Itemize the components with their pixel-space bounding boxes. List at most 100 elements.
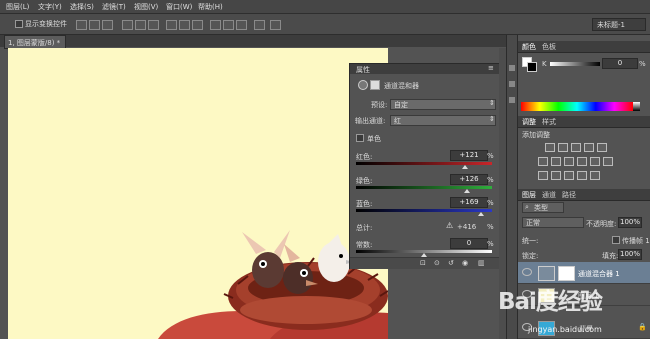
panel-menu-icon[interactable]: ≡ xyxy=(488,64,494,72)
brightness-icon[interactable] xyxy=(545,143,555,152)
monochrome-checkbox[interactable] xyxy=(356,134,364,142)
distribute-left-icon[interactable] xyxy=(210,20,221,30)
eye-icon[interactable] xyxy=(522,268,532,276)
green-slider[interactable] xyxy=(356,186,492,189)
levels-icon[interactable] xyxy=(558,143,568,152)
preset-label: 预设: xyxy=(371,101,388,109)
black-white-icon[interactable] xyxy=(564,157,574,166)
menu-filter[interactable]: 滤镜(T) xyxy=(102,2,126,12)
show-transform-checkbox[interactable] xyxy=(15,20,23,28)
red-input[interactable]: +121 xyxy=(450,150,488,161)
tab-swatches[interactable]: 色板 xyxy=(542,42,556,52)
output-channel-select[interactable]: 红 ⇕ xyxy=(390,115,496,126)
document-tab-label: 1, 图层蒙版/8) * xyxy=(8,39,61,47)
document-canvas[interactable] xyxy=(8,48,388,339)
blue-slider[interactable] xyxy=(356,209,492,212)
color-balance-icon[interactable] xyxy=(551,157,561,166)
distribute-center-icon[interactable] xyxy=(223,20,234,30)
distribute-middle-icon[interactable] xyxy=(179,20,190,30)
distribute-top-icon[interactable] xyxy=(166,20,177,30)
actions-icon[interactable] xyxy=(509,81,515,87)
align-center-icon[interactable] xyxy=(135,20,146,30)
mode-3d-icon[interactable] xyxy=(270,20,281,30)
clip-to-layer-icon[interactable]: ⊡ xyxy=(420,259,426,267)
tab-paths[interactable]: 路径 xyxy=(562,190,576,200)
history-icon[interactable] xyxy=(509,65,515,71)
vibrance-icon[interactable] xyxy=(597,143,607,152)
distribute-bottom-icon[interactable] xyxy=(192,20,203,30)
menu-view[interactable]: 视图(V) xyxy=(134,2,158,12)
delete-icon[interactable]: ▥ xyxy=(478,259,485,267)
opacity-input[interactable]: 100% xyxy=(618,217,642,228)
visibility-icon[interactable]: ◉ xyxy=(462,259,468,267)
lock-icon: 🔒 xyxy=(638,323,647,331)
k-slider[interactable] xyxy=(550,62,600,66)
properties-title: 属性 xyxy=(356,66,370,74)
mask-thumbnail[interactable] xyxy=(558,266,575,281)
properties-footer: ⊡ ⊙ ↺ ◉ ▥ xyxy=(350,257,500,269)
red-slider-thumb[interactable] xyxy=(462,165,469,169)
green-slider-thumb[interactable] xyxy=(463,189,470,193)
align-bottom-icon[interactable] xyxy=(102,20,113,30)
auto-align-icon[interactable] xyxy=(254,20,265,30)
propagate-checkbox[interactable] xyxy=(612,236,620,244)
blue-percent: % xyxy=(487,199,494,207)
blue-input[interactable]: +169 xyxy=(450,197,488,208)
workspace-select[interactable]: 未标题-1 xyxy=(592,18,646,31)
hue-saturation-icon[interactable] xyxy=(538,157,548,166)
tab-adjustments[interactable]: 调整 xyxy=(522,117,536,127)
threshold-icon[interactable] xyxy=(564,171,574,180)
green-label: 绿色: xyxy=(356,177,373,185)
tab-styles[interactable]: 样式 xyxy=(542,117,556,127)
channel-mixer-icon[interactable] xyxy=(590,157,600,166)
selective-color-icon[interactable] xyxy=(590,171,600,180)
layer-kind-filter[interactable]: ⌕ 类型 xyxy=(522,202,564,213)
blue-slider-thumb[interactable] xyxy=(478,212,485,216)
search-icon: ⌕ xyxy=(525,203,529,211)
align-top-icon[interactable] xyxy=(76,20,87,30)
menu-help[interactable]: 帮助(H) xyxy=(198,2,223,12)
layer-mask-icon[interactable] xyxy=(370,80,380,90)
propagate-label: 传播帧 1 xyxy=(622,237,650,245)
info-icon[interactable] xyxy=(509,97,515,103)
background-swatch[interactable] xyxy=(527,62,537,72)
posterize-icon[interactable] xyxy=(551,171,561,180)
unify-label: 统一: xyxy=(522,237,539,245)
exposure-icon[interactable] xyxy=(584,143,594,152)
show-transform-label: 显示变换控件 xyxy=(25,20,67,28)
layer-row-channel-mixer[interactable]: 通道混合器 1 xyxy=(518,262,650,284)
menu-select[interactable]: 选择(S) xyxy=(70,2,94,12)
menu-layer[interactable]: 图层(L) xyxy=(6,2,29,12)
gradient-map-icon[interactable] xyxy=(577,171,587,180)
grayscale-ramp[interactable] xyxy=(633,102,640,111)
constant-input[interactable]: 0 xyxy=(450,238,488,249)
tab-layers[interactable]: 图层 xyxy=(522,190,536,200)
align-middle-icon[interactable] xyxy=(89,20,100,30)
tab-color[interactable]: 颜色 xyxy=(522,42,536,52)
menu-window[interactable]: 窗口(W) xyxy=(166,2,192,12)
photo-filter-icon[interactable] xyxy=(577,157,587,166)
fill-input[interactable]: 100% xyxy=(618,249,642,260)
invert-icon[interactable] xyxy=(538,171,548,180)
menu-type[interactable]: 文字(Y) xyxy=(38,2,62,12)
constant-label: 常数: xyxy=(356,241,373,249)
document-tab[interactable]: 1, 图层蒙版/8) * xyxy=(4,35,66,49)
red-slider[interactable] xyxy=(356,162,492,165)
output-channel-label: 输出通道: xyxy=(355,117,386,125)
blend-mode-select[interactable]: 正常 xyxy=(522,217,584,228)
view-previous-icon[interactable]: ⊙ xyxy=(434,259,440,267)
preset-select[interactable]: 自定 ⇕ xyxy=(390,99,496,110)
baidu-watermark-url: jingyan.baidu.com xyxy=(528,325,602,334)
adjustments-panel-header: 调整 样式 xyxy=(518,116,650,128)
align-right-icon[interactable] xyxy=(148,20,159,30)
tab-channels[interactable]: 通道 xyxy=(542,190,556,200)
reset-icon[interactable]: ↺ xyxy=(448,259,454,267)
curves-icon[interactable] xyxy=(571,143,581,152)
k-input[interactable]: 0 xyxy=(602,58,638,69)
color-spectrum[interactable] xyxy=(521,102,633,111)
green-input[interactable]: +126 xyxy=(450,174,488,185)
color-lookup-icon[interactable] xyxy=(603,157,613,166)
distribute-right-icon[interactable] xyxy=(236,20,247,30)
align-left-icon[interactable] xyxy=(122,20,133,30)
menu-bar: 图层(L) 文字(Y) 选择(S) 滤镜(T) 视图(V) 窗口(W) 帮助(H… xyxy=(0,0,650,14)
